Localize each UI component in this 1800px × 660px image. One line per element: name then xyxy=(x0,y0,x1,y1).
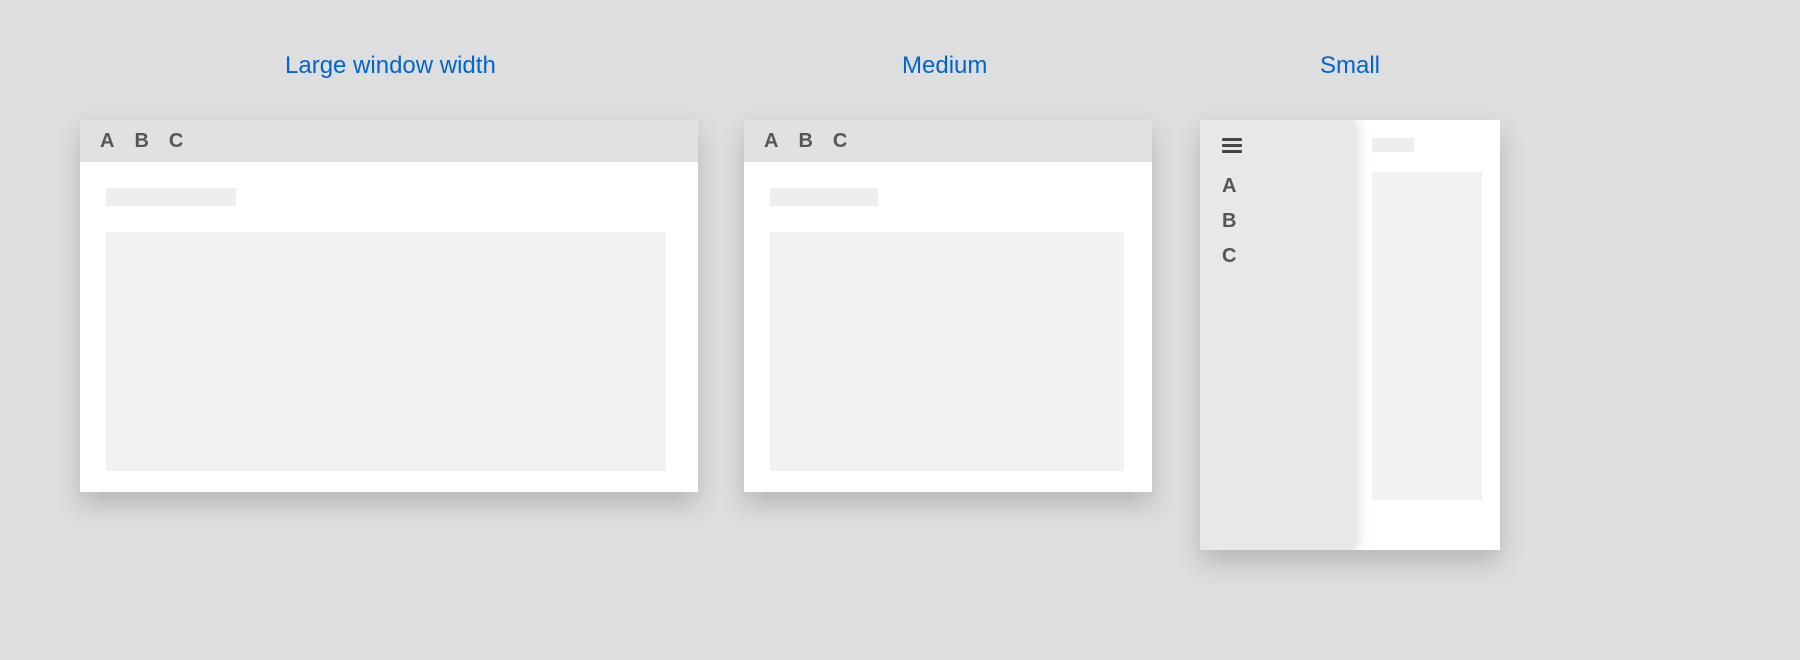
tab-c[interactable]: C xyxy=(833,130,847,153)
tab-a[interactable]: A xyxy=(764,130,778,153)
tab-bar: A B C xyxy=(744,120,1152,162)
content-area xyxy=(744,162,1152,471)
title-placeholder xyxy=(106,188,236,206)
tab-c[interactable]: C xyxy=(1222,245,1354,268)
window-medium: A B C xyxy=(744,120,1152,492)
title-placeholder xyxy=(1372,138,1414,152)
tab-bar: A B C xyxy=(80,120,698,162)
navigation-drawer: A B C xyxy=(1200,120,1354,550)
title-small: Small xyxy=(1320,52,1380,80)
title-placeholder xyxy=(770,188,878,206)
tab-a[interactable]: A xyxy=(1222,175,1354,198)
body-placeholder xyxy=(1372,172,1482,500)
title-medium: Medium xyxy=(902,52,987,80)
body-placeholder xyxy=(770,232,1124,471)
body-placeholder xyxy=(106,232,666,471)
tab-a[interactable]: A xyxy=(100,130,114,153)
content-area xyxy=(1354,120,1500,550)
tab-c[interactable]: C xyxy=(169,130,183,153)
window-large: A B C xyxy=(80,120,698,492)
window-small: A B C xyxy=(1200,120,1500,550)
title-large: Large window width xyxy=(285,52,496,80)
hamburger-icon[interactable] xyxy=(1222,138,1242,153)
tab-b[interactable]: B xyxy=(1222,210,1354,233)
tab-b[interactable]: B xyxy=(134,130,148,153)
content-area xyxy=(80,162,698,471)
tab-b[interactable]: B xyxy=(798,130,812,153)
